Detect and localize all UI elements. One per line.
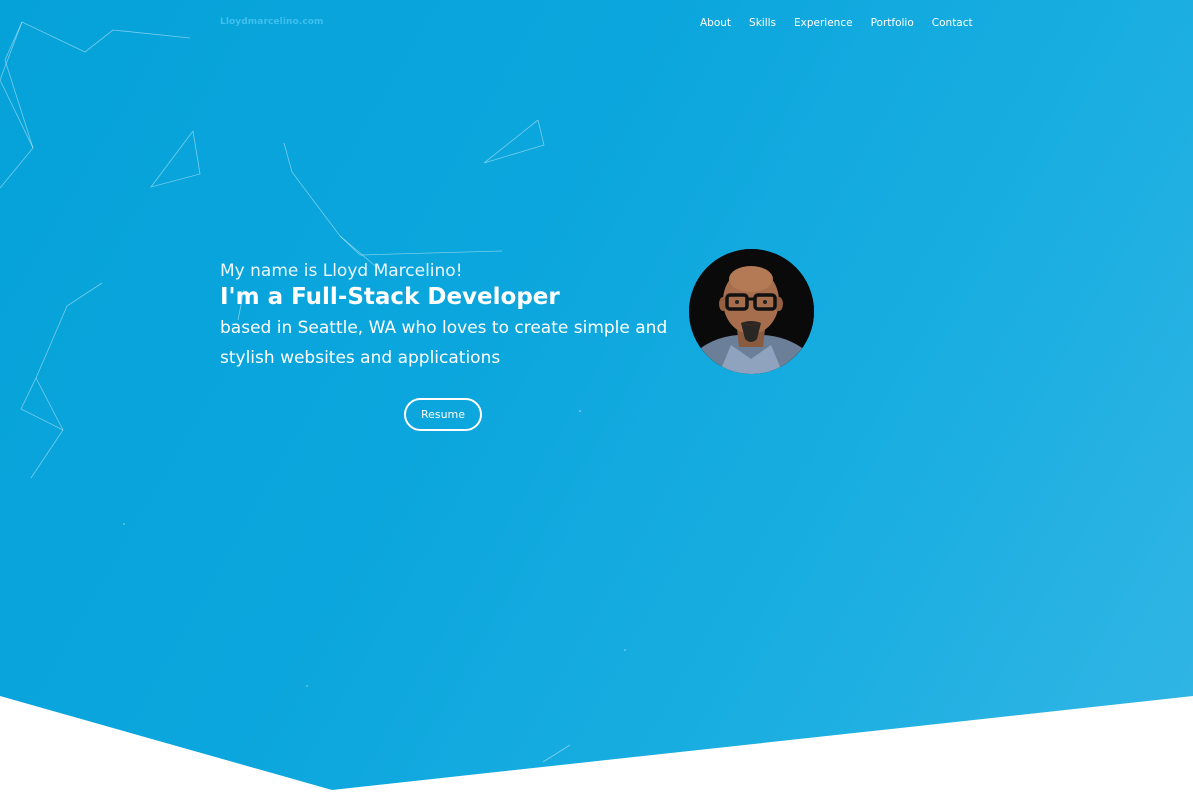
profile-avatar [689,249,814,374]
nav-link-contact[interactable]: Contact [932,17,973,29]
resume-button[interactable]: Resume [404,398,482,431]
nav-link-portfolio[interactable]: Portfolio [871,17,914,29]
profile-photo [689,249,814,374]
nav-link-skills[interactable]: Skills [749,17,776,29]
site-logo[interactable]: Lloydmarcelino.com [220,17,324,27]
main-nav: About Skills Experience Portfolio Contac… [700,17,991,29]
tagline-text: based in Seattle, WA who loves to create… [220,318,668,368]
particle-network-background [0,21,626,763]
nav-link-experience[interactable]: Experience [794,17,853,29]
greeting-text: My name is Lloyd Marcelino! [220,261,463,281]
intro-block: My name is Lloyd Marcelino! I'm a Full-S… [220,260,690,373]
nav-link-about[interactable]: About [700,17,731,29]
hero-section: Lloydmarcelino.com About Skills Experien… [0,0,1193,790]
headline-text: I'm a Full-Stack Developer [220,284,560,310]
